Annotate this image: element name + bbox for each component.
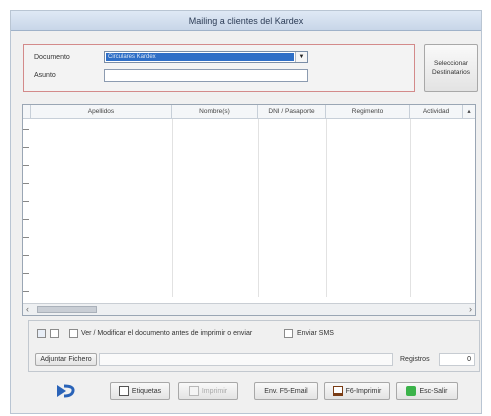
documento-selected: Circulares Kardex (106, 53, 294, 61)
select-all-checkbox[interactable] (37, 329, 46, 338)
imprimir-f6-label: F6-Imprimir (345, 387, 382, 395)
email-button[interactable]: Env. F5-Email (254, 382, 318, 400)
attachment-field[interactable] (99, 353, 393, 366)
column-divider (172, 119, 173, 297)
row-marker (23, 201, 29, 202)
row-marker (23, 183, 29, 184)
etiquetas-label: Etiquetas (131, 387, 162, 395)
options-panel: Ver / Modificar el documento antes de im… (28, 320, 480, 372)
window-title: Mailing a clientes del Kardex (11, 11, 481, 31)
app-logo (40, 382, 92, 400)
salir-label: Esc-Salir (419, 387, 448, 395)
asunto-input[interactable] (104, 69, 308, 82)
scroll-up-icon[interactable]: ▴ (463, 105, 475, 119)
chevron-down-icon[interactable]: ▼ (295, 52, 307, 62)
row-marker (23, 165, 29, 166)
column-header-regimento[interactable]: Regimento (326, 105, 410, 119)
scroll-thumb[interactable] (37, 306, 97, 313)
column-header-nombres[interactable]: Nombre(s) (172, 105, 258, 119)
column-divider (410, 119, 411, 297)
scroll-left-icon[interactable]: ‹ (26, 304, 29, 314)
documento-dropdown[interactable]: Circulares Kardex ▼ (104, 51, 308, 63)
row-marker (23, 273, 29, 274)
select-recipients-button[interactable]: Seleccionar Destinatarios (424, 44, 478, 92)
action-toolbar: Etiquetas Imprimir Env. F5-Email F6-Impr… (10, 376, 480, 404)
recipients-grid: Apellidos Nombre(s) DNI / Pasaporte Regi… (22, 104, 476, 316)
row-header-corner (23, 105, 31, 119)
column-divider (326, 119, 327, 297)
sms-checkbox[interactable] (284, 329, 293, 338)
printer-icon (188, 386, 199, 396)
registros-count: 0 (439, 353, 475, 366)
documento-label: Documento (34, 54, 70, 61)
modify-document-label: Ver / Modificar el documento antes de im… (81, 330, 253, 337)
deselect-checkbox[interactable] (50, 329, 59, 338)
attach-file-button[interactable]: Adjuntar Fichero (35, 353, 97, 366)
modify-document-checkbox[interactable] (69, 329, 78, 338)
salir-button[interactable]: Esc-Salir (396, 382, 458, 400)
imprimir-label: Imprimir (201, 387, 228, 395)
column-header-dni[interactable]: DNI / Pasaporte (258, 105, 326, 119)
horizontal-scrollbar[interactable]: ‹ › (23, 303, 475, 315)
column-header-apellidos[interactable]: Apellidos (31, 105, 172, 119)
exit-icon (406, 386, 417, 396)
row-marker (23, 237, 29, 238)
column-header-actividad[interactable]: Actividad (410, 105, 463, 119)
document-panel: Documento Circulares Kardex ▼ Asunto (23, 44, 415, 92)
etiquetas-button[interactable]: Etiquetas (110, 382, 170, 400)
row-marker (23, 291, 29, 292)
row-marker (23, 219, 29, 220)
print-icon (332, 386, 343, 396)
row-marker (23, 129, 29, 130)
labels-icon (118, 386, 129, 396)
scroll-right-icon[interactable]: › (469, 304, 472, 314)
column-divider (258, 119, 259, 297)
imprimir-f6-button[interactable]: F6-Imprimir (324, 382, 390, 400)
asunto-label: Asunto (34, 72, 56, 79)
sms-label: Enviar SMS (297, 330, 334, 337)
logo-icon (57, 384, 75, 398)
registros-label: Registros (400, 356, 430, 363)
row-marker (23, 147, 29, 148)
row-marker (23, 255, 29, 256)
imprimir-button[interactable]: Imprimir (178, 382, 238, 400)
